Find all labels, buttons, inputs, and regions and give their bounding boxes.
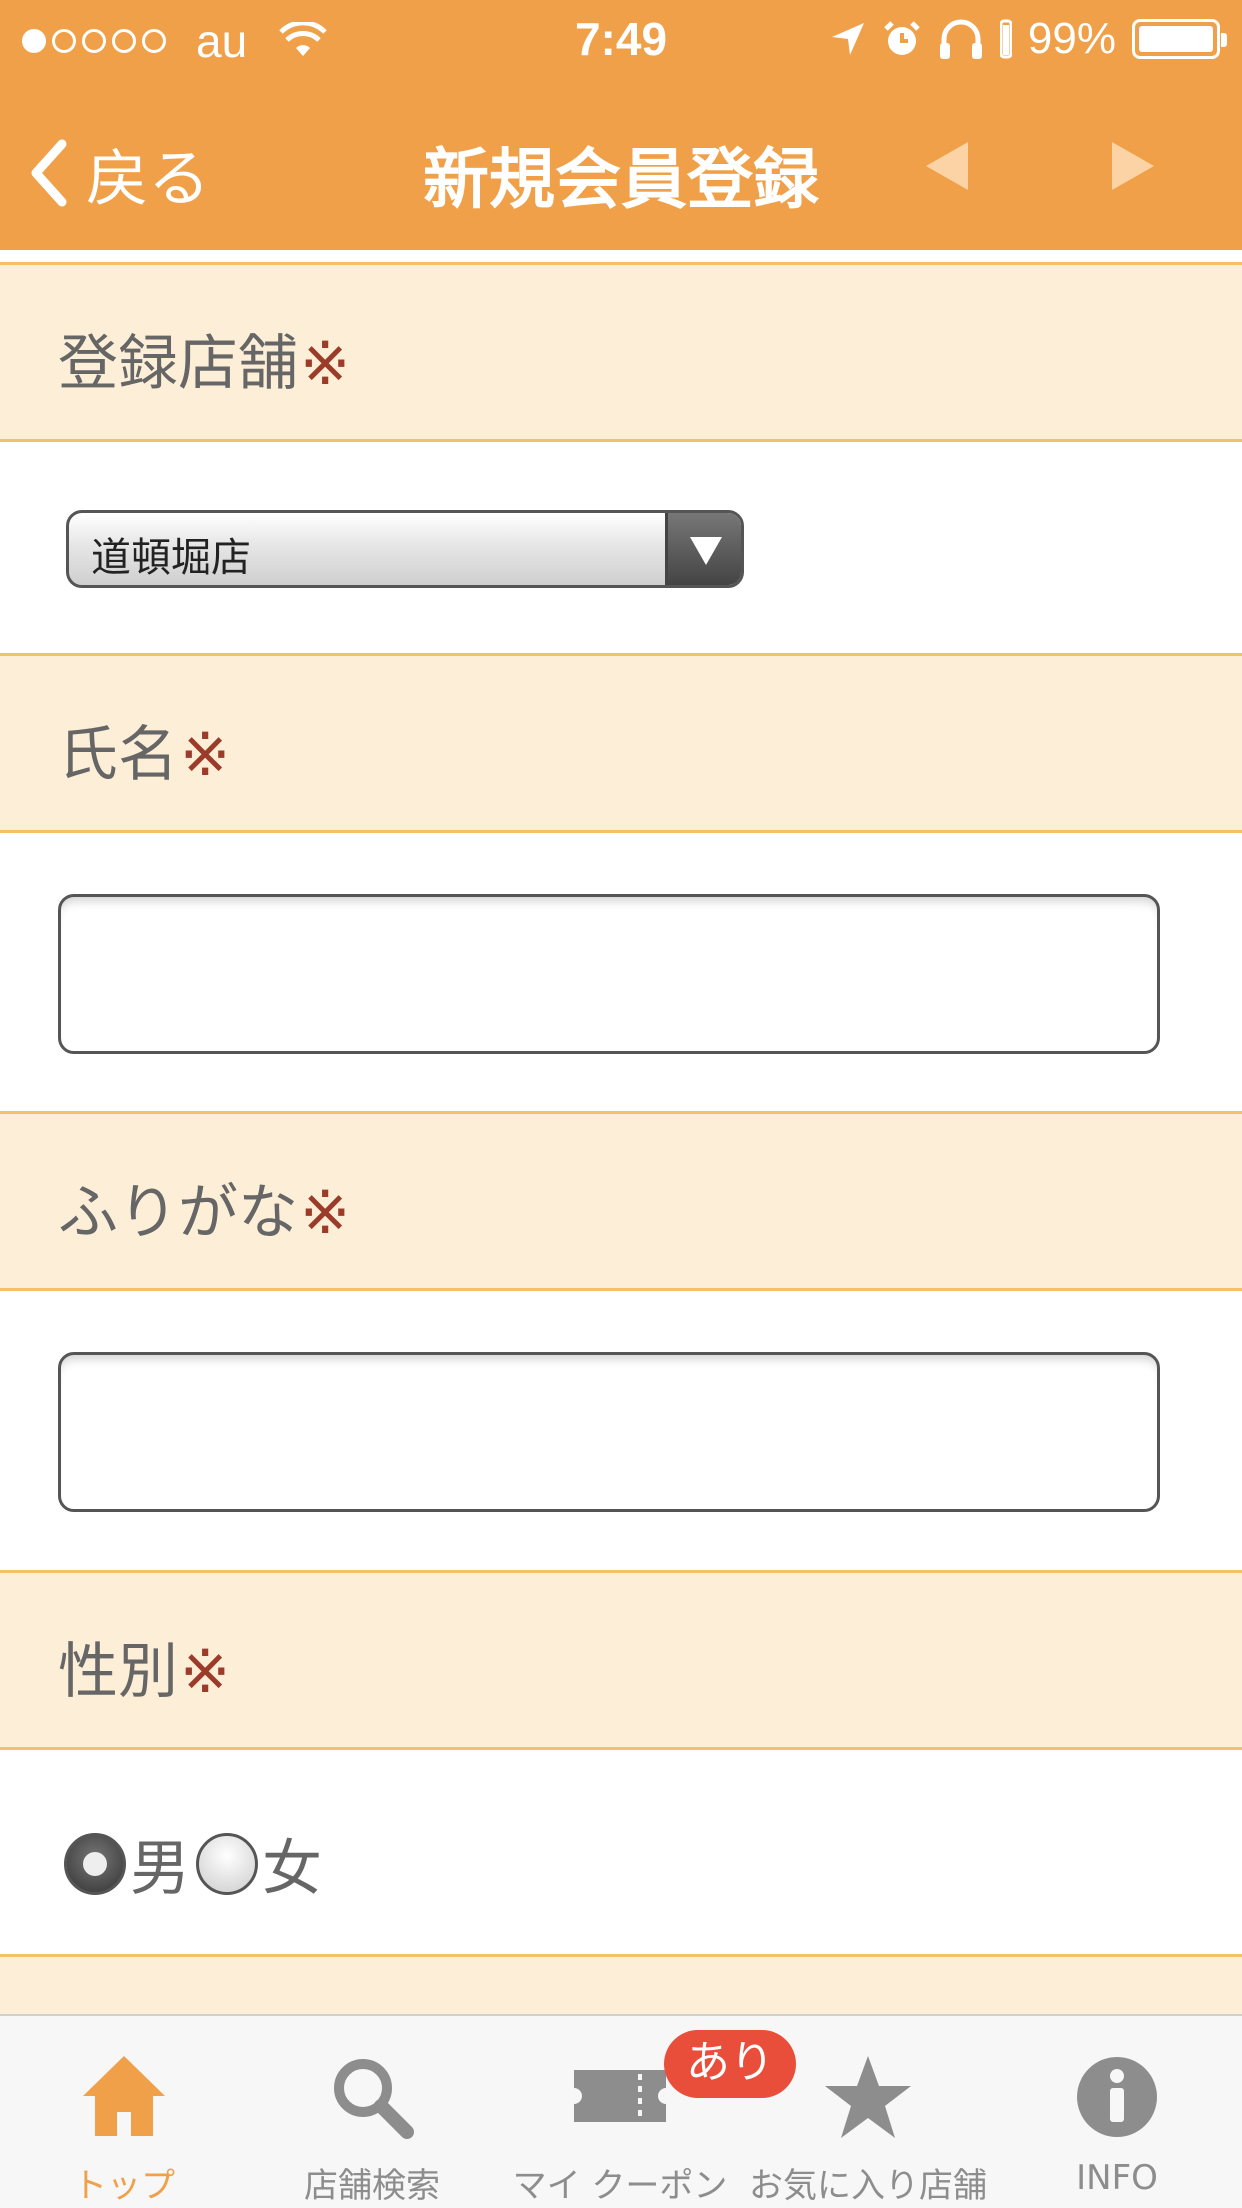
ticket-icon — [574, 2070, 666, 2122]
tab-bar: トップ 店舗検索 マイ クーポン お気に入り店舗 INFO — [0, 2014, 1242, 2208]
search-icon — [334, 2059, 414, 2139]
status-right: 99% — [830, 14, 1227, 64]
gender-radio-group: 男 女 — [64, 1820, 328, 1907]
star-icon — [825, 2056, 911, 2138]
select-arrow-button — [665, 513, 741, 585]
triangle-down-icon — [690, 537, 722, 565]
gender-female-radio[interactable] — [196, 1832, 258, 1895]
tab-info[interactable]: INFO — [992, 2016, 1242, 2208]
previous-page-icon[interactable] — [922, 140, 970, 192]
tab-label: マイ クーポン — [512, 2166, 728, 2206]
furigana-label: ふりがな※ — [58, 1164, 350, 1251]
next-section-header — [0, 1954, 1242, 2014]
tab-label: トップ — [73, 2166, 175, 2206]
location-arrow-icon — [831, 23, 864, 55]
headphone-battery-icon — [999, 19, 1012, 59]
furigana-label-text: ふりがな — [58, 1178, 298, 1248]
gender-label: 性別※ — [58, 1623, 230, 1710]
required-mark: ※ — [180, 720, 231, 790]
nav-bar: 戻る 新規会員登録 — [0, 84, 1242, 250]
status-bar: au 7:49 99% — [0, 0, 1242, 84]
tab-top[interactable]: トップ — [0, 2016, 248, 2208]
gender-section-header: 性別※ — [0, 1570, 1242, 1750]
home-icon — [83, 2056, 165, 2136]
name-label-text: 氏名 — [58, 720, 178, 790]
top-bar: au 7:49 99% 戻る 新規会員登録 — [0, 0, 1242, 250]
tab-label: INFO — [1076, 2158, 1158, 2198]
page-title: 新規会員登録 — [423, 141, 819, 218]
coupon-badge: あり — [664, 2030, 796, 2098]
battery-icon — [1132, 19, 1227, 59]
headphones-icon — [939, 19, 982, 59]
required-mark: ※ — [180, 1637, 231, 1707]
name-input[interactable] — [58, 894, 1160, 1054]
gender-female-label[interactable]: 女 — [262, 1820, 322, 1907]
next-page-icon[interactable] — [1110, 140, 1158, 192]
alarm-icon — [884, 21, 920, 55]
name-section-header: 氏名※ — [0, 653, 1242, 833]
furigana-section-header: ふりがな※ — [0, 1111, 1242, 1291]
required-mark: ※ — [300, 1178, 351, 1248]
gender-label-text: 性別 — [58, 1637, 178, 1707]
furigana-input[interactable] — [58, 1352, 1160, 1512]
tab-label: お気に入り店舗 — [749, 2166, 987, 2206]
gender-male-radio[interactable] — [64, 1832, 126, 1895]
tab-store-search[interactable]: 店舗検索 — [248, 2016, 496, 2208]
required-mark: ※ — [300, 329, 351, 399]
battery-percent: 99% — [1027, 14, 1116, 63]
store-section-header: 登録店舗※ — [0, 262, 1242, 442]
store-select-value: 道頓堀店 — [91, 535, 251, 581]
store-label: 登録店舗※ — [58, 315, 350, 402]
info-icon — [1077, 2057, 1157, 2137]
gender-male-label[interactable]: 男 — [130, 1820, 190, 1907]
store-select[interactable]: 道頓堀店 — [66, 510, 744, 588]
store-label-text: 登録店舗 — [58, 329, 298, 399]
tab-label: 店舗検索 — [304, 2166, 440, 2206]
name-label: 氏名※ — [58, 706, 230, 793]
